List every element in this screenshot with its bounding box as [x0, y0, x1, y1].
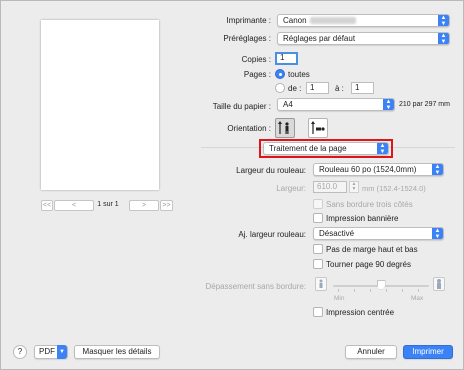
- borderless-three-sides-checkbox[interactable]: [313, 199, 323, 209]
- overflow-min-label: Min: [334, 295, 345, 302]
- first-page-button[interactable]: <<: [41, 200, 53, 211]
- orientation-label: Orientation :: [227, 124, 271, 133]
- next-page-button[interactable]: >: [129, 200, 159, 211]
- width-input[interactable]: 610.0: [313, 181, 347, 193]
- section-menu-select[interactable]: Traitement de la page ▲ ▼: [263, 142, 389, 155]
- page-navigator: << < 1 sur 1 > >>: [41, 200, 173, 214]
- landscape-icon: [311, 121, 325, 134]
- print-dialog: << < 1 sur 1 > >> Imprimante : Canon ▲ ▼ …: [0, 0, 464, 370]
- banner-print-checkbox[interactable]: [313, 213, 323, 223]
- roll-width-value: Rouleau 60 po (1524,0mm): [319, 165, 417, 174]
- pages-to-input[interactable]: 1: [351, 82, 374, 94]
- landscape-orientation-button[interactable]: [308, 118, 328, 138]
- print-button[interactable]: Imprimer: [403, 345, 453, 359]
- presets-value: Réglages par défaut: [283, 34, 356, 43]
- banner-print-label: Impression bannière: [326, 214, 399, 223]
- fit-roll-label: Aj. largeur rouleau:: [238, 230, 306, 239]
- roll-width-label: Largeur du rouleau:: [236, 166, 306, 175]
- pages-label: Pages :: [243, 70, 271, 79]
- width-stepper[interactable]: ▲ ▼: [349, 181, 359, 193]
- no-margin-checkbox[interactable]: [313, 244, 323, 254]
- center-print-checkbox[interactable]: [313, 307, 323, 317]
- printer-value: Canon: [283, 16, 307, 25]
- rotate-90-label: Tourner page 90 degrés: [326, 260, 411, 269]
- overflow-min-icon: [315, 277, 327, 291]
- copies-input[interactable]: 1: [275, 52, 298, 65]
- overflow-label: Dépassement sans bordure:: [205, 282, 307, 291]
- slider-tick: [370, 289, 371, 292]
- presets-label: Préréglages :: [223, 34, 271, 43]
- chevron-updown-icon: ▲ ▼: [438, 33, 449, 44]
- slider-tick: [338, 289, 339, 292]
- portrait-orientation-button[interactable]: [275, 118, 295, 138]
- pdf-label: PDF: [39, 347, 55, 356]
- presets-select[interactable]: Réglages par défaut ▲ ▼: [277, 32, 450, 45]
- chevron-updown-icon: ▲ ▼: [383, 99, 394, 110]
- width-label: Largeur:: [276, 184, 306, 193]
- overflow-slider-knob[interactable]: [376, 280, 386, 290]
- printer-model-redacted: [309, 17, 356, 25]
- pages-all-radio[interactable]: [275, 69, 285, 79]
- last-page-button[interactable]: >>: [160, 200, 173, 211]
- chevron-down-icon: ▼: [57, 345, 67, 359]
- pdf-menu-button[interactable]: PDF ▼: [34, 345, 68, 359]
- roll-width-select[interactable]: Rouleau 60 po (1524,0mm) ▲ ▼: [313, 163, 444, 176]
- page-preview: [41, 20, 159, 190]
- chevron-updown-icon: ▲ ▼: [377, 143, 388, 154]
- slider-tick: [418, 289, 419, 292]
- overflow-max-label: Max: [411, 295, 424, 302]
- chevron-updown-icon: ▲ ▼: [432, 164, 443, 175]
- chevron-updown-icon: ▲ ▼: [432, 228, 443, 239]
- slider-tick: [386, 289, 387, 292]
- paper-size-value: A4: [283, 100, 293, 109]
- hide-details-button[interactable]: Masquer les détails: [74, 345, 160, 359]
- portrait-icon: [278, 121, 289, 134]
- pages-all-label: toutes: [288, 70, 310, 79]
- fit-roll-value: Désactivé: [319, 229, 355, 238]
- paper-dimensions: 210 par 297 mm: [399, 101, 450, 108]
- printer-label: Imprimante :: [226, 16, 271, 25]
- pages-from-input[interactable]: 1: [306, 82, 329, 94]
- slider-tick: [402, 289, 403, 292]
- prev-page-button[interactable]: <: [54, 200, 94, 211]
- slider-tick: [354, 289, 355, 292]
- rotate-90-checkbox[interactable]: [313, 259, 323, 269]
- section-menu-value: Traitement de la page: [269, 144, 347, 153]
- chevron-updown-icon: ▲ ▼: [438, 15, 449, 26]
- printer-select[interactable]: Canon ▲ ▼: [277, 14, 450, 27]
- paper-size-label: Taille du papier :: [212, 102, 271, 111]
- width-unit: mm (152.4-1524.0): [362, 184, 426, 193]
- no-margin-label: Pas de marge haut et bas: [326, 245, 418, 254]
- pages-range-radio[interactable]: [275, 83, 285, 93]
- page-counter: 1 sur 1: [97, 201, 119, 208]
- copies-label: Copies :: [241, 55, 271, 64]
- pages-from-label: de :: [288, 84, 302, 93]
- pages-to-label: à :: [335, 84, 344, 93]
- overflow-max-icon: [433, 277, 445, 291]
- center-print-label: Impression centrée: [326, 308, 395, 317]
- help-button[interactable]: ?: [13, 345, 27, 359]
- cancel-button[interactable]: Annuler: [345, 345, 397, 359]
- paper-size-select[interactable]: A4 ▲ ▼: [277, 98, 395, 111]
- borderless-three-sides-label: Sans bordure trois côtés: [326, 200, 413, 209]
- fit-roll-select[interactable]: Désactivé ▲ ▼: [313, 227, 444, 240]
